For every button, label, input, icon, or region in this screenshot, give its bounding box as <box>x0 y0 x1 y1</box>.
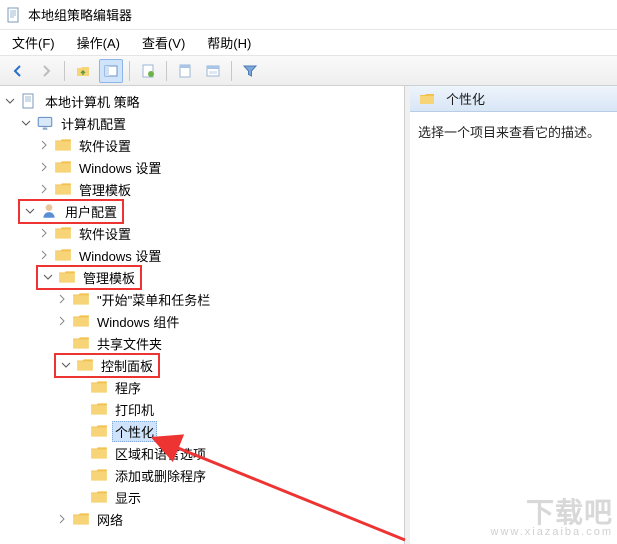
tree-item-software-settings[interactable]: 软件设置 <box>76 223 134 244</box>
right-pane-header: 个性化 <box>410 86 617 112</box>
menubar: 文件(F) 操作(A) 查看(V) 帮助(H) <box>0 30 617 56</box>
tree-item-network[interactable]: 网络 <box>94 509 126 530</box>
watermark-url: www.xiazaiba.com <box>491 527 613 538</box>
tree-item-windows-settings[interactable]: Windows 设置 <box>76 157 164 178</box>
tree-item-software-settings[interactable]: 软件设置 <box>76 135 134 156</box>
watermark-text: 下载吧 <box>491 499 613 527</box>
toggle-spacer <box>54 335 70 351</box>
toolbar <box>0 56 617 86</box>
folder-icon <box>54 159 72 175</box>
toolbar-separator <box>129 61 130 81</box>
show-hide-tree-button[interactable] <box>99 59 123 83</box>
menu-view[interactable]: 查看(V) <box>138 31 189 54</box>
properties-button[interactable] <box>136 59 160 83</box>
export-button[interactable] <box>201 59 225 83</box>
chevron-right-icon[interactable] <box>54 291 70 307</box>
tree-item-user-config[interactable]: 用户配置 <box>62 201 120 222</box>
folder-icon <box>72 313 90 329</box>
folder-icon <box>90 489 108 505</box>
tree-item-control-panel[interactable]: 控制面板 <box>98 355 156 376</box>
tree-item-add-remove[interactable]: 添加或删除程序 <box>112 465 209 486</box>
folder-icon <box>90 423 108 439</box>
right-pane-body: 选择一个项目来查看它的描述。 <box>410 112 617 544</box>
up-button[interactable] <box>71 59 95 83</box>
policy-icon <box>20 93 38 109</box>
chevron-down-icon[interactable] <box>58 357 74 373</box>
chevron-right-icon[interactable] <box>54 511 70 527</box>
folder-icon <box>54 137 72 153</box>
tree-item-display[interactable]: 显示 <box>112 487 144 508</box>
folder-icon <box>72 291 90 307</box>
folder-icon <box>90 401 108 417</box>
chevron-right-icon[interactable] <box>36 247 52 263</box>
chevron-down-icon[interactable] <box>2 93 18 109</box>
chevron-right-icon[interactable] <box>54 313 70 329</box>
content-area: 本地计算机 策略 计算机配置 <box>0 86 617 544</box>
back-button[interactable] <box>6 59 30 83</box>
toolbar-separator <box>64 61 65 81</box>
computer-icon <box>36 115 54 131</box>
chevron-right-icon[interactable] <box>36 159 52 175</box>
toolbar-separator <box>166 61 167 81</box>
folder-icon <box>90 445 108 461</box>
tree-item-printers[interactable]: 打印机 <box>112 399 157 420</box>
folder-icon <box>54 247 72 263</box>
folder-icon <box>418 91 436 107</box>
folder-icon <box>90 379 108 395</box>
folder-icon <box>76 357 94 373</box>
menu-help[interactable]: 帮助(H) <box>203 31 255 54</box>
tree-item-windows-components[interactable]: Windows 组件 <box>94 311 182 332</box>
folder-icon <box>54 225 72 241</box>
tree-item-region-language[interactable]: 区域和语言选项 <box>112 443 209 464</box>
tree-item-personalization[interactable]: 个性化 <box>112 421 157 442</box>
chevron-down-icon[interactable] <box>22 203 38 219</box>
tree-item-admin-templates[interactable]: 管理模板 <box>80 267 138 288</box>
chevron-right-icon[interactable] <box>36 137 52 153</box>
tree-item-computer-config[interactable]: 计算机配置 <box>58 113 129 134</box>
tree-item-root[interactable]: 本地计算机 策略 <box>42 91 143 112</box>
toggle-spacer <box>72 489 88 505</box>
filter-button[interactable] <box>238 59 262 83</box>
right-pane-title: 个性化 <box>446 89 485 108</box>
tree-item-start-taskbar[interactable]: "开始"菜单和任务栏 <box>94 289 213 310</box>
toggle-spacer <box>72 445 88 461</box>
folder-icon <box>72 511 90 527</box>
refresh-button[interactable] <box>173 59 197 83</box>
menu-action[interactable]: 操作(A) <box>73 31 124 54</box>
chevron-right-icon[interactable] <box>36 181 52 197</box>
app-icon <box>6 7 22 23</box>
toggle-spacer <box>72 401 88 417</box>
folder-icon <box>58 269 76 285</box>
tree-item-programs[interactable]: 程序 <box>112 377 144 398</box>
tree-item-admin-templates[interactable]: 管理模板 <box>76 179 134 200</box>
chevron-right-icon[interactable] <box>36 225 52 241</box>
folder-icon <box>90 467 108 483</box>
toggle-spacer <box>72 467 88 483</box>
toggle-spacer <box>72 423 88 439</box>
watermark: 下载吧 www.xiazaiba.com <box>491 499 613 538</box>
toolbar-separator <box>231 61 232 81</box>
user-icon <box>40 203 58 219</box>
right-pane: 个性化 选择一个项目来查看它的描述。 <box>410 86 617 544</box>
folder-icon <box>54 181 72 197</box>
forward-button[interactable] <box>34 59 58 83</box>
window-title: 本地组策略编辑器 <box>28 5 132 24</box>
tree-item-shared-folders[interactable]: 共享文件夹 <box>94 333 165 354</box>
folder-icon <box>72 335 90 351</box>
tree-pane[interactable]: 本地计算机 策略 计算机配置 <box>0 86 405 544</box>
toggle-spacer <box>72 379 88 395</box>
chevron-down-icon[interactable] <box>18 115 34 131</box>
menu-file[interactable]: 文件(F) <box>8 31 59 54</box>
titlebar: 本地组策略编辑器 <box>0 0 617 30</box>
tree-item-windows-settings[interactable]: Windows 设置 <box>76 245 164 266</box>
chevron-down-icon[interactable] <box>40 269 56 285</box>
right-pane-hint: 选择一个项目来查看它的描述。 <box>418 125 600 140</box>
